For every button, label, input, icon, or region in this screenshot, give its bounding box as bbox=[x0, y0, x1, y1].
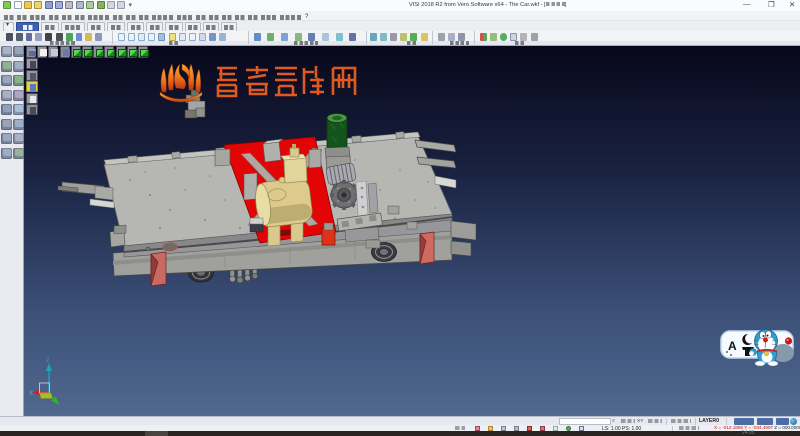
svg-text:X: X bbox=[29, 391, 33, 397]
svg-text:Z: Z bbox=[46, 358, 50, 364]
svg-text:A: A bbox=[728, 339, 737, 353]
